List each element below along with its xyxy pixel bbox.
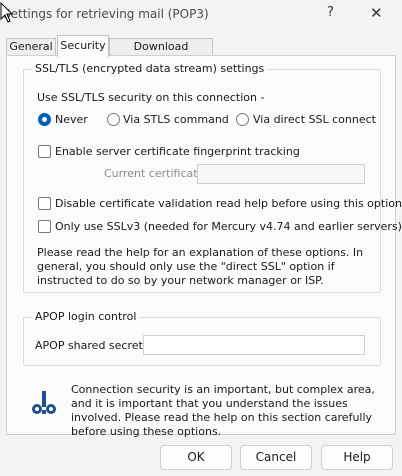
ssl-settings-group: SSL/TLS (encrypted data stream) settings… (23, 62, 402, 293)
cancel-button[interactable]: Cancel (240, 445, 312, 470)
security-warning-icon (32, 391, 56, 414)
radio-via-stls-label[interactable]: Via STLS command (123, 113, 229, 126)
radio-via-stls[interactable] (107, 113, 120, 126)
help-button[interactable]: Help (321, 445, 393, 470)
apop-legend: APOP login control (32, 310, 140, 323)
disable-validation-checkbox[interactable] (38, 197, 51, 210)
sslv3-label[interactable]: Only use SSLv3 (needed for Mercury v4.74… (55, 220, 402, 233)
radio-via-direct-ssl-label[interactable]: Via direct SSL connect (253, 113, 376, 126)
ssl-settings-legend: SSL/TLS (encrypted data stream) settings (32, 62, 268, 75)
radio-never[interactable] (38, 113, 51, 126)
context-help-button[interactable]: ? (327, 5, 334, 20)
disable-validation-label[interactable]: Disable certificate validation read help… (55, 197, 402, 210)
current-certificate-label: Current certificate (104, 167, 205, 180)
tab-download-controls[interactable]: Download controls (109, 38, 213, 69)
current-certificate-field (197, 164, 365, 184)
ssl-prompt-label: Use SSL/TLS security on this connection … (37, 91, 265, 104)
apop-group: APOP login control APOP shared secret: (23, 310, 381, 366)
security-notice-text: Connection security is an important, but… (71, 383, 375, 438)
fingerprint-checkbox[interactable] (38, 145, 51, 158)
close-button[interactable]: ✕ (370, 4, 383, 22)
apop-secret-input[interactable] (143, 335, 365, 355)
tab-security[interactable]: Security (57, 35, 109, 57)
ssl-help-text: Please read the help for an explanation … (37, 246, 364, 287)
apop-secret-label: APOP shared secret: (35, 339, 147, 352)
sslv3-checkbox[interactable] (38, 220, 51, 233)
radio-never-label[interactable]: Never (55, 113, 88, 126)
radio-via-direct-ssl[interactable] (236, 113, 249, 126)
mouse-cursor-icon (0, 2, 14, 23)
tab-general[interactable]: General (6, 38, 56, 56)
title-bar: Settings for retrieving mail (POP3) ? ✕ (0, 0, 402, 30)
fingerprint-label[interactable]: Enable server certificate fingerprint tr… (55, 145, 300, 158)
security-tab-panel: SSL/TLS (encrypted data stream) settings… (6, 55, 402, 438)
window-title: Settings for retrieving mail (POP3) (3, 7, 209, 21)
ok-button[interactable]: OK (160, 445, 232, 470)
